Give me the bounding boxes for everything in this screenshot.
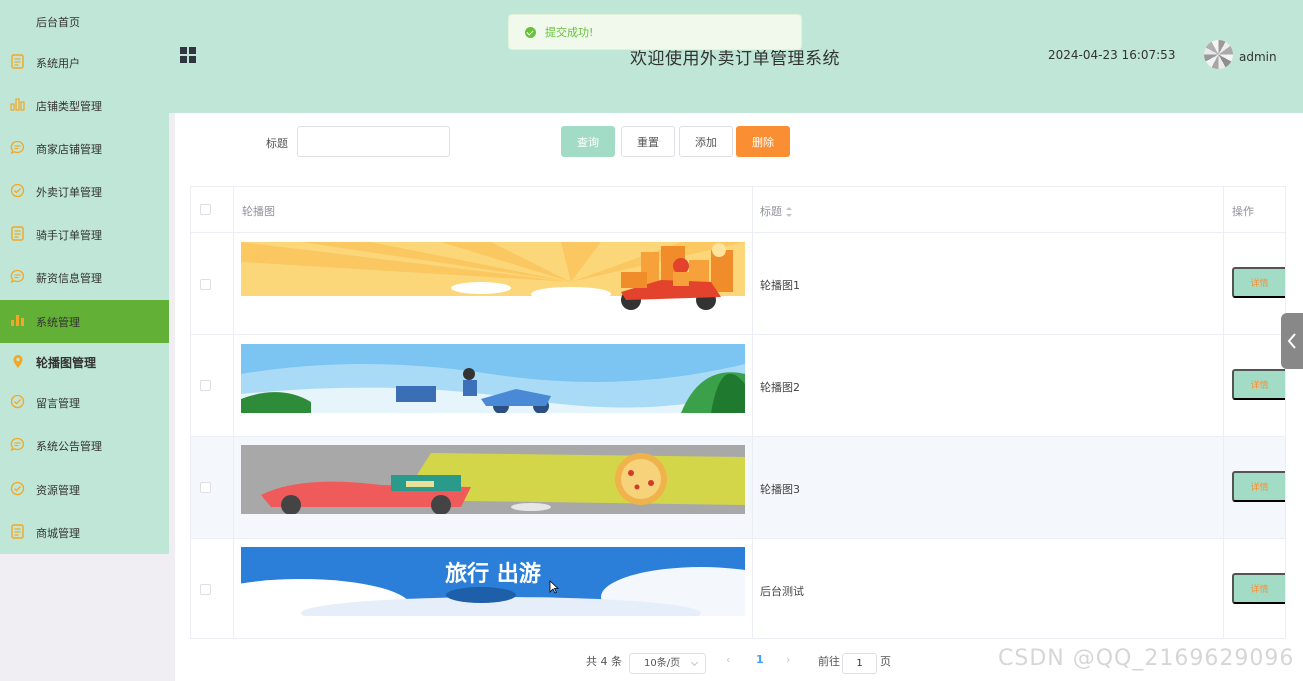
collapse-handle[interactable]	[1281, 313, 1303, 369]
table-header: 轮播图 标题 操作	[191, 187, 1285, 233]
sidebar-item-system-management[interactable]: 系统管理	[0, 300, 169, 343]
sidebar-item-shop-types[interactable]: 店铺类型管理	[0, 84, 169, 127]
pagination-current-page[interactable]: 1	[756, 653, 764, 666]
sidebar-item-system-users[interactable]: 系统用户	[0, 41, 169, 84]
row-title: 轮播图2	[760, 381, 800, 394]
column-divider	[752, 187, 753, 638]
reset-button[interactable]: 重置	[621, 126, 675, 157]
bar-chart-icon	[10, 97, 25, 112]
sidebar-item-label: 系统公告管理	[36, 439, 102, 453]
sidebar-item-rider-orders[interactable]: 骑手订单管理	[0, 213, 169, 256]
table-row: 轮播图1 详情	[191, 233, 1285, 335]
carousel-thumbnail	[241, 445, 745, 514]
carousel-thumbnail: 旅行 出游	[241, 547, 745, 616]
detail-button[interactable]: 详情	[1232, 573, 1285, 604]
sort-icon[interactable]	[786, 207, 792, 217]
row-checkbox[interactable]	[200, 482, 211, 493]
success-toast: 提交成功!	[508, 14, 802, 50]
column-divider	[233, 187, 234, 638]
column-header-actions: 操作	[1232, 205, 1254, 218]
detail-button[interactable]: 详情	[1232, 369, 1285, 400]
avatar[interactable]	[1204, 40, 1233, 69]
carousel-table: 轮播图 标题 操作 轮播图1 详情 轮播图2 详情 轮播图3 详情 旅行 出游 …	[190, 186, 1286, 639]
detail-button[interactable]: 详情	[1232, 267, 1285, 298]
row-checkbox[interactable]	[200, 279, 211, 290]
column-header-title-label: 标题	[760, 205, 782, 218]
sidebar-item-salary[interactable]: 薪资信息管理	[0, 256, 169, 299]
row-title: 轮播图1	[760, 279, 800, 292]
next-page-icon[interactable]: ›	[786, 653, 790, 666]
location-pin-icon	[10, 354, 25, 369]
success-check-icon	[525, 26, 536, 38]
sidebar-item-label: 商城管理	[36, 526, 80, 540]
chat-bubble-icon	[10, 140, 25, 155]
chevron-left-icon	[1287, 333, 1296, 349]
sidebar-item-label: 系统管理	[36, 315, 80, 329]
pagination-page-suffix: 页	[880, 655, 891, 668]
row-checkbox[interactable]	[200, 380, 211, 391]
table-row: 旅行 出游 后台测试 详情	[191, 539, 1285, 638]
sidebar-item-label: 系统用户	[36, 56, 80, 70]
table-row: 轮播图3 详情	[191, 437, 1285, 539]
sidebar-item-carousel[interactable]: 轮播图管理	[0, 341, 169, 384]
table-row: 轮播图2 详情	[191, 335, 1285, 437]
sidebar-item-label: 店铺类型管理	[36, 99, 102, 113]
select-all-checkbox[interactable]	[200, 204, 211, 215]
row-title: 后台测试	[760, 585, 804, 598]
sidebar-item-label: 轮播图管理	[36, 356, 97, 370]
row-checkbox[interactable]	[200, 584, 211, 595]
username-label[interactable]: admin	[1239, 50, 1277, 64]
row-title: 轮播图3	[760, 483, 800, 496]
travel-banner-text: 旅行 出游	[445, 561, 541, 587]
check-circle-icon	[10, 481, 25, 496]
sidebar-item-announcements[interactable]: 系统公告管理	[0, 424, 169, 467]
detail-button[interactable]: 详情	[1232, 471, 1285, 502]
column-header-title[interactable]: 标题	[760, 203, 792, 219]
document-icon	[10, 226, 25, 241]
menu-grid-icon[interactable]	[180, 47, 196, 63]
sidebar-item-label: 后台首页	[36, 15, 80, 29]
chat-bubble-icon	[10, 437, 25, 452]
sidebar-item-label: 资源管理	[36, 483, 80, 497]
bar-chart-icon	[10, 313, 25, 328]
carousel-thumbnail	[241, 344, 745, 413]
goto-page-input[interactable]: 1	[842, 653, 877, 674]
mouse-cursor-icon	[549, 580, 559, 594]
check-circle-icon	[10, 394, 25, 409]
sidebar-item-label: 商家店铺管理	[36, 142, 102, 156]
column-header-image: 轮播图	[242, 205, 275, 218]
column-divider	[1223, 187, 1224, 638]
search-label: 标题	[266, 137, 288, 150]
sidebar-item-home[interactable]: 后台首页	[0, 0, 169, 43]
sidebar-item-mall[interactable]: 商城管理	[0, 511, 169, 554]
watermark-text: CSDN @QQ_2169629096	[998, 646, 1295, 671]
title-search-input[interactable]	[297, 126, 450, 157]
sidebar-item-label: 留言管理	[36, 396, 80, 410]
delete-button[interactable]: 删除	[736, 126, 790, 157]
document-icon	[10, 524, 25, 539]
sidebar-item-label: 外卖订单管理	[36, 185, 102, 199]
pagination-goto-label: 前往	[818, 655, 840, 668]
page-size-select[interactable]: 10条/页	[629, 653, 706, 674]
sidebar: 后台首页 系统用户 店铺类型管理 商家店铺管理 外卖订单管理 骑手订单管理 薪资…	[0, 0, 169, 554]
document-icon	[10, 54, 25, 69]
carousel-thumbnail	[241, 242, 745, 311]
datetime-display: 2024-04-23 16:07:53	[1048, 48, 1176, 62]
sidebar-item-messages[interactable]: 留言管理	[0, 381, 169, 424]
pagination-total: 共 4 条	[586, 655, 622, 668]
add-button[interactable]: 添加	[679, 126, 733, 157]
toast-message: 提交成功!	[545, 26, 594, 39]
prev-page-icon[interactable]: ‹	[726, 653, 730, 666]
query-button[interactable]: 查询	[561, 126, 615, 157]
sidebar-item-resources[interactable]: 资源管理	[0, 468, 169, 511]
chat-bubble-icon	[10, 269, 25, 284]
check-circle-icon	[10, 183, 25, 198]
sidebar-item-label: 骑手订单管理	[36, 228, 102, 242]
sidebar-item-label: 薪资信息管理	[36, 271, 102, 285]
sidebar-item-takeout-orders[interactable]: 外卖订单管理	[0, 170, 169, 213]
sidebar-item-merchant-shops[interactable]: 商家店铺管理	[0, 127, 169, 170]
